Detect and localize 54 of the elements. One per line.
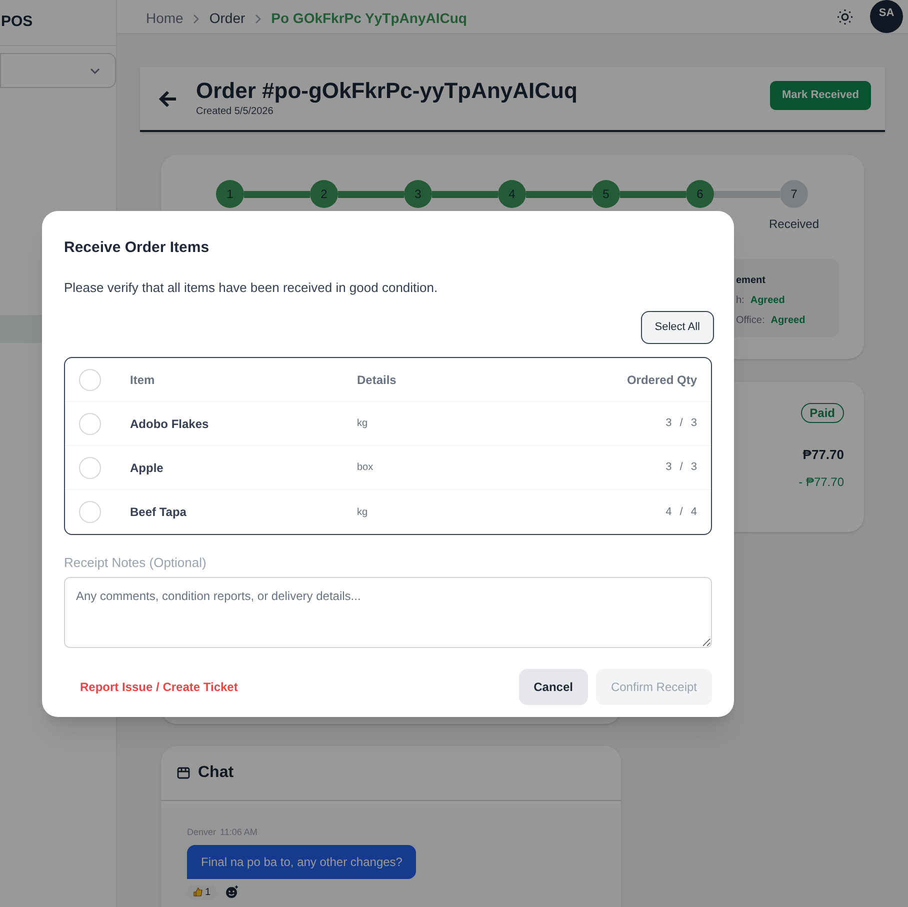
paid-amount: - ₱77.70 [798,474,844,490]
checkbox[interactable] [79,501,101,523]
agreement-value: Agreed [750,294,785,308]
dropdown[interactable] [0,53,116,88]
column-header: Ordered Qty [626,372,697,388]
item-name: Adobo Flakes [130,416,210,432]
reaction-count: 1 [205,886,211,900]
agreement-label: h: [736,294,744,308]
item-quantity: 4 / 4 [666,504,697,520]
total-amount: ₱77.70 [802,446,844,464]
chat-title: Chat [198,763,234,783]
message-time: 11:06 AM [220,826,258,839]
reaction-chip[interactable]: 1 [187,884,217,900]
item-quantity: 3 / 3 [666,460,697,476]
order-title: Order #po-gOkFkrPc-yyTpAnyAICuq [196,78,578,104]
step-label: Received [768,216,820,233]
column-header: Item [130,372,156,388]
brand-name: POS [1,12,33,32]
item-name: Apple [130,460,164,476]
select-all-button[interactable]: Select All [640,311,714,344]
cancel-button[interactable]: Cancel [518,668,588,704]
dialog-description: Please verify that all items have been received in good condition. [64,278,439,297]
item-name: Beef Tapa [130,504,188,521]
paid-badge: Paid [800,403,844,423]
breadcrumb-link[interactable]: Home [146,8,184,29]
back-arrow-icon[interactable] [158,90,178,108]
user-avatar[interactable]: SA [870,0,903,33]
checkbox[interactable] [79,412,101,434]
item-unit: kg [357,506,369,520]
item-unit: kg [357,417,369,431]
thumbs-up-icon [193,887,203,897]
agreement-value: Agreed [770,314,806,328]
breadcrumb-link[interactable]: Order [209,8,246,29]
item-unit: box [357,461,374,475]
checkbox[interactable] [79,368,101,390]
agreement-heading: ement [736,274,766,288]
chevron-right-icon [192,14,200,24]
checkbox[interactable] [79,456,101,478]
agreement-label: Office: [736,314,765,328]
store-icon [177,767,190,779]
mark-received-button[interactable]: Mark Received [770,81,871,110]
column-header: Details [357,372,398,388]
dialog-title: Receive Order Items [64,238,210,258]
notes-label: Receipt Notes (Optional) [64,554,208,572]
notes-field[interactable]: Any comments, condition reports, or delivery details... [64,576,712,648]
message-bubble: Final na po ba to, any other changes? [187,844,416,878]
item-quantity: 3 / 3 [666,416,697,432]
chevron-right-icon [254,14,262,24]
breadcrumb-link[interactable]: Po GOkFkrPc YyTpAnyAICuq [271,8,467,29]
created-date: Created 5/5/2026 [196,105,274,119]
message-author: Denver [187,826,216,839]
sun-icon[interactable] [836,8,854,26]
add-emoji-icon[interactable] [224,885,239,899]
report-issue-link[interactable]: Report Issue / Create Ticket [80,678,519,696]
